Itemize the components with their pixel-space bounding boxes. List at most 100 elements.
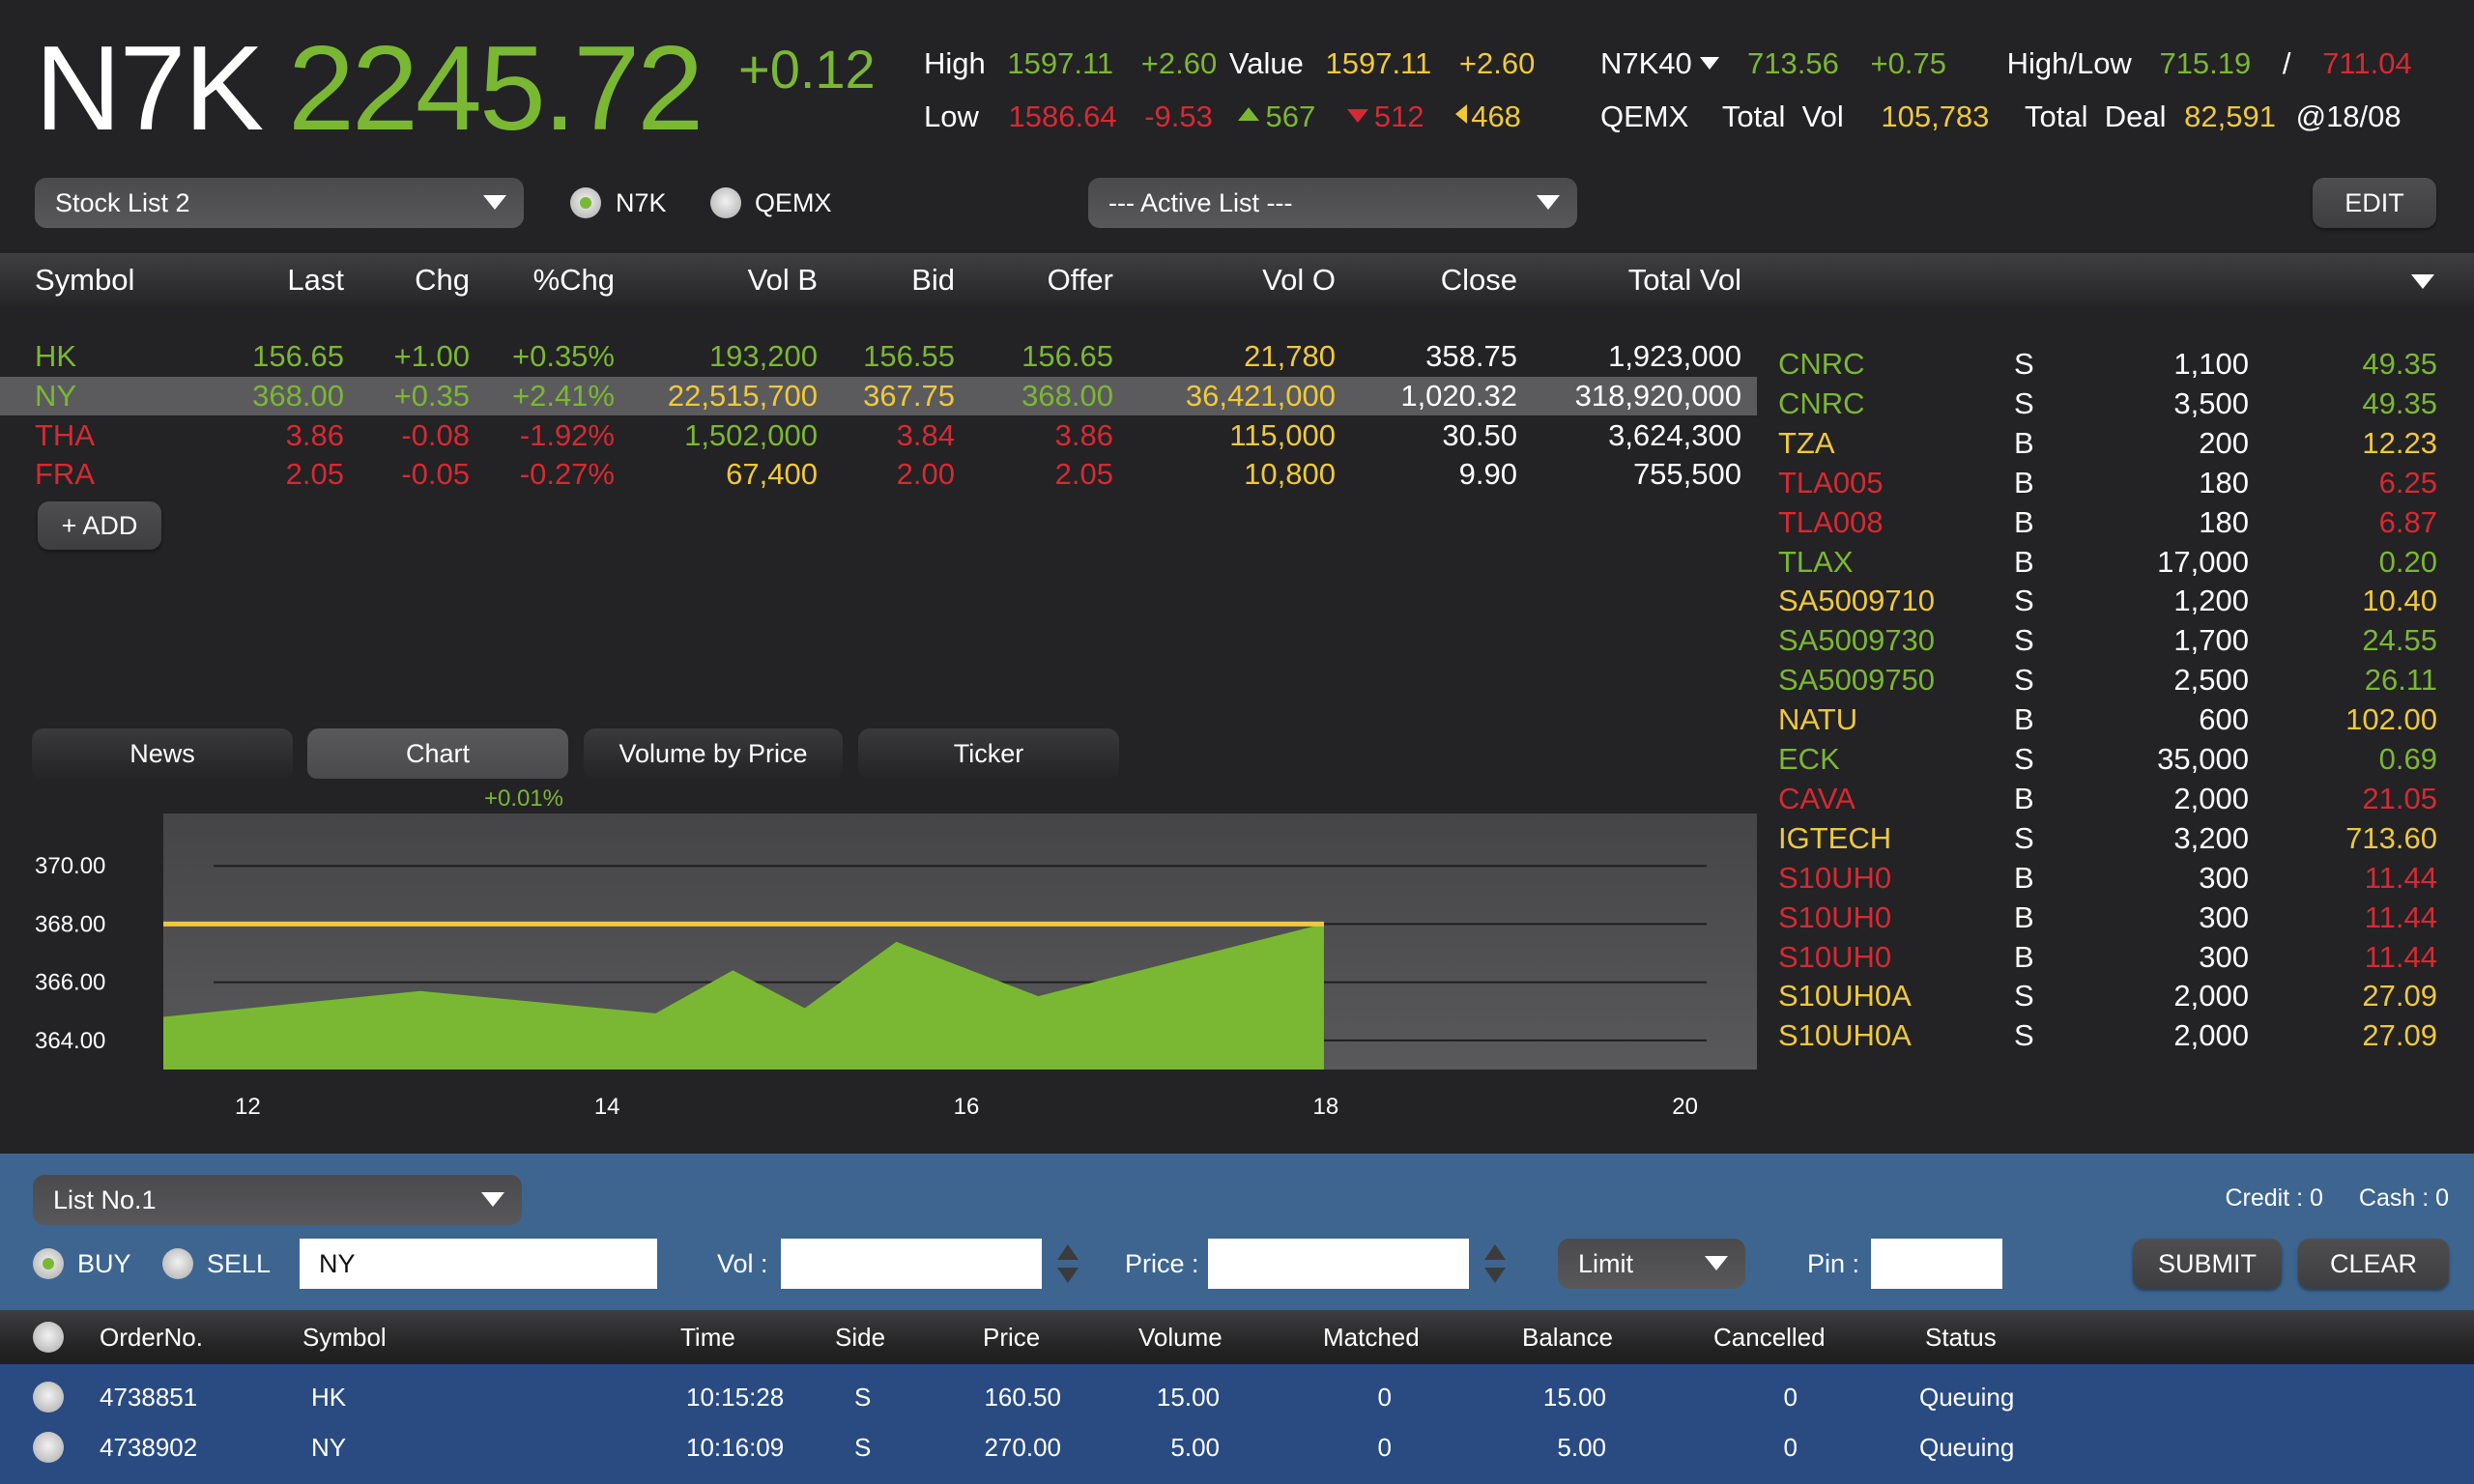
cell-pchg: -0.27% <box>519 457 615 491</box>
ticker-price: 49.35 <box>2362 347 2437 381</box>
vol-input[interactable] <box>781 1239 1042 1289</box>
tab-volume-by-price[interactable]: Volume by Price <box>584 728 843 779</box>
edit-button[interactable]: EDIT <box>2313 178 2436 228</box>
cell-close: 9.90 <box>1458 457 1517 491</box>
col-order-cancelled[interactable]: Cancelled <box>1713 1310 1826 1364</box>
tab-chart[interactable]: Chart <box>307 728 568 779</box>
ticker-price: 11.44 <box>2364 899 2437 934</box>
col-offer[interactable]: Offer <box>966 253 1113 307</box>
order-row[interactable]: 4738851 HK 10:15:28 S 160.50 15.00 0 15.00 0 Queu… <box>0 1372 2474 1422</box>
order-type-value: Limit <box>1578 1249 1634 1278</box>
col-totalvol[interactable]: Total Vol <box>1537 253 1741 307</box>
col-chg[interactable]: Chg <box>367 253 470 307</box>
order-row[interactable]: 4738902 NY 10:16:09 S 270.00 5.00 0 5.00 0 Queuin… <box>0 1422 2474 1472</box>
side-radio-sell-label: SELL <box>207 1249 272 1278</box>
cell-close: 358.75 <box>1425 339 1517 373</box>
market-radio-n7k[interactable] <box>570 187 601 218</box>
ticker-row: TLAX B 17,000 0.20 <box>1778 543 2455 582</box>
col-order-time[interactable]: Time <box>680 1310 735 1364</box>
symbol-input[interactable]: NY <box>300 1239 657 1289</box>
submit-button[interactable]: SUBMIT <box>2133 1239 2282 1289</box>
cell-totalvol: 318,920,000 <box>1574 379 1741 413</box>
col-order-volume[interactable]: Volume <box>1138 1310 1223 1364</box>
col-order-status[interactable]: Status <box>1925 1310 1997 1364</box>
cell-bid: 2.00 <box>896 457 955 491</box>
cell-offer: 156.65 <box>1021 339 1113 373</box>
watchlist-row-hk[interactable]: HK 156.65 +1.00 +0.35% 193,200 156.55 156.65 21… <box>0 337 1757 376</box>
watchlist-row-ny[interactable]: NY 368.00 +0.35 +2.41% 22,515,700 367.75 368.0… <box>0 377 1757 415</box>
order-symbol: HK <box>311 1383 347 1412</box>
stepper-down-icon[interactable] <box>1484 1268 1506 1283</box>
market-radio-qemx[interactable] <box>710 187 741 218</box>
tab-ticker[interactable]: Ticker <box>858 728 1119 779</box>
cell-bid: 3.84 <box>896 418 955 452</box>
order-order-no: 4738902 <box>100 1433 198 1462</box>
ticker-volume: 35,000 <box>2157 742 2249 776</box>
y-tick-label: 366.00 <box>35 970 105 996</box>
ticker-volume: 17,000 <box>2157 544 2249 579</box>
watchlist-row-tha[interactable]: THA 3.86 -0.08 -1.92% 1,502,000 3.84 3.86 115,0… <box>0 416 1757 455</box>
price-input[interactable] <box>1208 1239 1469 1289</box>
chevron-down-icon <box>481 1192 504 1207</box>
ticker-price: 10.40 <box>2362 584 2437 618</box>
market-totals-line: QEMX Total Vol 105,783 Total Deal 82,591… <box>1600 98 2402 136</box>
chevron-down-icon <box>1705 1256 1728 1270</box>
ticker-side: B <box>2014 544 2034 579</box>
cell-totalvol: 3,624,300 <box>1608 418 1741 452</box>
cell-chg: -0.08 <box>401 418 470 452</box>
pin-input[interactable] <box>1871 1239 2002 1289</box>
unchanged: 468 <box>1455 100 1521 133</box>
col-order-side[interactable]: Side <box>835 1310 885 1364</box>
ticker-side: B <box>2014 504 2034 539</box>
ticker-row: CAVA B 2,000 21.05 <box>1778 780 2455 818</box>
col-order-price[interactable]: Price <box>983 1310 1040 1364</box>
price-stepper[interactable] <box>1484 1244 1506 1283</box>
order-select-radio[interactable] <box>33 1432 64 1463</box>
order-type-dropdown[interactable]: Limit <box>1558 1239 1745 1289</box>
stepper-down-icon[interactable] <box>1057 1268 1079 1283</box>
side-radio-sell[interactable] <box>162 1248 193 1279</box>
cell-volb: 193,200 <box>708 339 818 373</box>
col-bid[interactable]: Bid <box>821 253 955 307</box>
col-order-no[interactable]: OrderNo. <box>100 1310 203 1364</box>
ticker-side: S <box>2014 820 2034 855</box>
order-time: 10:16:09 <box>686 1433 785 1462</box>
vol-stepper[interactable] <box>1057 1244 1079 1283</box>
stepper-up-icon[interactable] <box>1057 1244 1079 1260</box>
cell-pchg: +0.35% <box>511 339 615 373</box>
cell-symbol: FRA <box>35 457 95 491</box>
col-order-matched[interactable]: Matched <box>1323 1310 1420 1364</box>
col-order-symbol[interactable]: Symbol <box>302 1310 387 1364</box>
ticker-filter-chevron-icon[interactable] <box>2411 274 2434 289</box>
col-symbol[interactable]: Symbol <box>35 253 134 307</box>
total-deal: 82,591 <box>2184 100 2276 133</box>
ticker-row: SA5009710 S 1,200 10.40 <box>1778 582 2455 620</box>
col-order-balance[interactable]: Balance <box>1522 1310 1613 1364</box>
active-list-dropdown[interactable]: --- Active List --- <box>1088 178 1577 228</box>
ticker-symbol: S10UH0 <box>1778 939 1892 974</box>
add-symbol-button[interactable]: + ADD <box>38 501 161 550</box>
col-volo[interactable]: Vol O <box>1140 253 1336 307</box>
stock-list-dropdown[interactable]: Stock List 2 <box>35 178 524 228</box>
high-value: 1597.11 <box>1007 46 1114 80</box>
sub-index-selector[interactable]: N7K40 <box>1600 46 1720 80</box>
total-deal-label: Total Deal <box>2025 100 2167 133</box>
order-list-dropdown[interactable]: List No.1 <box>33 1175 522 1225</box>
side-radio-buy[interactable] <box>33 1248 64 1279</box>
credit-label: Credit : 0 <box>2225 1184 2323 1212</box>
ticker-symbol: CAVA <box>1778 781 1856 815</box>
ticker-symbol: S10UH0A <box>1778 1018 1912 1053</box>
select-all-orders-radio[interactable] <box>33 1322 64 1353</box>
col-last[interactable]: Last <box>232 253 344 307</box>
col-close[interactable]: Close <box>1353 253 1517 307</box>
tab-news[interactable]: News <box>32 728 293 779</box>
order-list-value: List No.1 <box>53 1185 157 1214</box>
col-volb[interactable]: Vol B <box>638 253 818 307</box>
stepper-up-icon[interactable] <box>1484 1244 1506 1260</box>
clear-button[interactable]: CLEAR <box>2298 1239 2449 1289</box>
sub-index-value: 713.56 <box>1747 46 1839 80</box>
cell-offer: 2.05 <box>1054 457 1113 491</box>
col-pchg[interactable]: %Chg <box>483 253 615 307</box>
watchlist-row-fra[interactable]: FRA 2.05 -0.05 -0.27% 67,400 2.00 2.05 10,800 9.… <box>0 455 1757 494</box>
order-select-radio[interactable] <box>33 1382 64 1413</box>
